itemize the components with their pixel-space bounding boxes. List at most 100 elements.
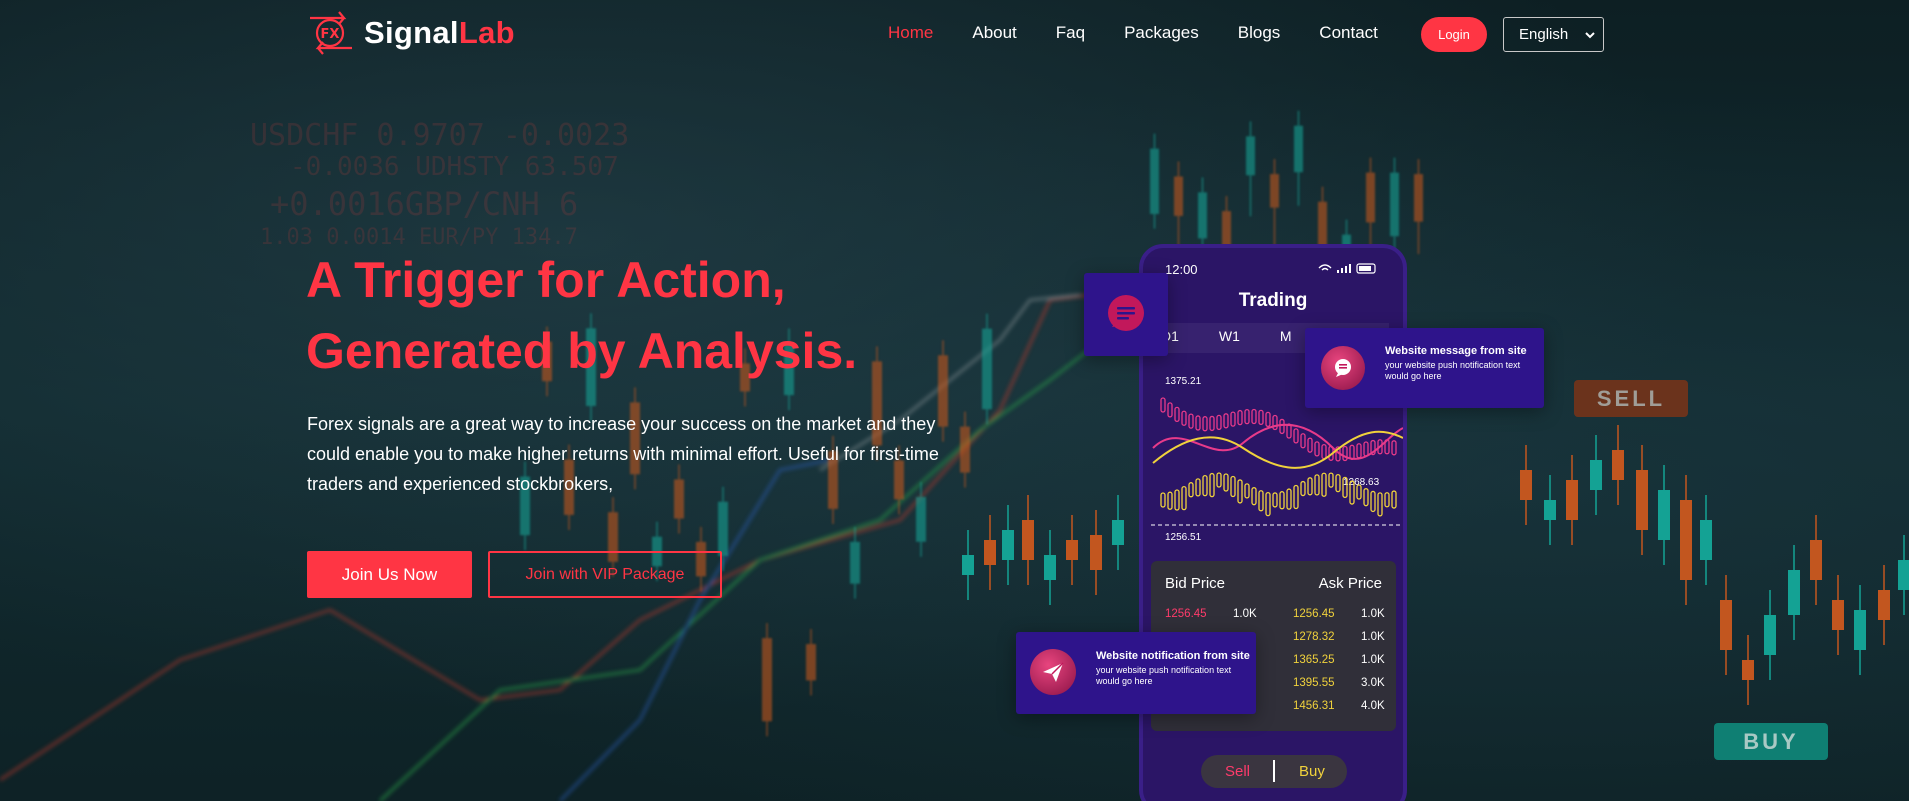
brand-name-white: Signal (364, 15, 459, 50)
phone-candle-pink (1216, 414, 1222, 431)
decorative-candle (1066, 515, 1078, 585)
site-header: FX SignalLab Home About Faq Packages Blo… (0, 0, 1909, 70)
ask-price-header: Ask Price (1318, 575, 1382, 592)
decorative-candle (1566, 455, 1578, 545)
phone-candle-pink (1342, 445, 1348, 462)
decorative-candle (984, 515, 996, 590)
phone-candle-pink (1363, 441, 1369, 457)
phone-candle-yellow (1244, 483, 1250, 499)
nav-home[interactable]: Home (888, 23, 933, 43)
site-logo[interactable]: FX SignalLab (306, 10, 515, 56)
decorative-candle (1590, 435, 1602, 515)
phone-candle-yellow (1356, 484, 1362, 500)
nav-faq[interactable]: Faq (1056, 23, 1085, 43)
phone-candle-yellow (1363, 488, 1369, 507)
phone-candle-pink (1209, 415, 1215, 432)
decorative-candle (1810, 515, 1822, 605)
ask-qty: 4.0K (1361, 700, 1385, 712)
phone-candle-yellow (1258, 490, 1264, 512)
decorative-candle (850, 526, 860, 599)
phone-candle-yellow (1160, 492, 1166, 508)
decorative-candle (1270, 159, 1279, 255)
sell-buy-divider (1273, 760, 1275, 782)
phone-candle-yellow (1293, 484, 1299, 510)
phone-candle-pink (1356, 443, 1362, 459)
message-notification: Website message from site your website p… (1305, 328, 1544, 408)
decorative-candle (1832, 575, 1844, 655)
push-notification-title: Website notification from site (1096, 650, 1250, 662)
nav-blogs[interactable]: Blogs (1238, 23, 1281, 43)
phone-candle-yellow (1195, 478, 1201, 497)
decorative-candle (1246, 121, 1255, 217)
decorative-candle (1112, 495, 1124, 570)
nav-packages[interactable]: Packages (1124, 23, 1199, 43)
join-vip-button[interactable]: Join with VIP Package (488, 551, 722, 598)
nav-contact[interactable]: Contact (1319, 23, 1378, 43)
phone-candle-yellow (1370, 490, 1376, 513)
decorative-candle (1294, 110, 1303, 206)
phone-candle-yellow (1202, 474, 1208, 497)
phone-sell-button[interactable]: Sell (1225, 763, 1250, 780)
phone-candle-yellow (1286, 488, 1292, 510)
phone-candle-yellow (1174, 489, 1180, 511)
decorative-candle (1788, 545, 1800, 640)
buy-tag-label: BUY (1743, 728, 1799, 754)
decorative-candle (1742, 635, 1754, 705)
message-notification-body: your website push notification text woul… (1385, 360, 1521, 381)
logo-mark-text: FX (321, 27, 340, 42)
language-select[interactable]: English (1503, 17, 1604, 52)
decorative-candle (1636, 445, 1648, 555)
decorative-candle (1764, 590, 1776, 680)
phone-candle-yellow (1230, 475, 1236, 498)
phone-candle-yellow (1335, 473, 1341, 493)
message-icon (1321, 346, 1365, 390)
main-nav: Home About Faq Packages Blogs Contact (888, 23, 1417, 43)
phone-candle-yellow (1223, 473, 1229, 492)
ask-qty: 1.0K (1361, 608, 1385, 620)
login-button[interactable]: Login (1421, 17, 1487, 52)
phone-candle-yellow (1237, 479, 1243, 504)
phone-candle-pink (1230, 411, 1236, 427)
sell-buy-toggle: Sell Buy (1201, 755, 1347, 788)
brand-name-red: Lab (458, 15, 515, 50)
phone-candle-pink (1391, 440, 1397, 456)
phone-candle-yellow (1251, 487, 1257, 506)
phone-candle-pink (1251, 408, 1257, 425)
phone-candle-pink (1195, 415, 1201, 431)
brand-name: SignalLab (364, 15, 515, 51)
phone-candle-yellow (1216, 472, 1222, 488)
ask-price: 1456.31 (1293, 700, 1335, 712)
nav-about[interactable]: About (972, 23, 1016, 43)
push-notification: Website notification from site your webs… (1016, 632, 1256, 714)
phone-candle-yellow (1314, 474, 1320, 496)
decorative-candle (1680, 475, 1692, 605)
decorative-candle (1658, 465, 1670, 565)
phone-candle-pink (1307, 437, 1313, 453)
decorative-candle (1520, 445, 1532, 525)
phone-candle-yellow (1279, 491, 1285, 510)
phone-candle-pink (1167, 402, 1173, 418)
decorative-candle (1002, 505, 1014, 585)
decorative-candle (1150, 133, 1159, 229)
phone-candle-yellow (1349, 480, 1355, 505)
chat-tile (1084, 273, 1168, 356)
join-us-button[interactable]: Join Us Now (307, 551, 472, 598)
hero-title-line2: Generated by Analysis. (306, 323, 858, 379)
decorative-candle (1898, 535, 1909, 615)
phone-candle-yellow (1300, 480, 1306, 497)
ask-qty: 1.0K (1361, 654, 1385, 666)
phone-buy-button[interactable]: Buy (1299, 763, 1325, 780)
decorative-candle (1044, 530, 1056, 605)
fx-logo-icon: FX (306, 10, 356, 56)
sell-tag: SELL (1574, 380, 1688, 417)
phone-candle-yellow (1384, 492, 1390, 508)
decorative-candle (1414, 159, 1423, 255)
phone-candle-pink (1279, 418, 1285, 435)
send-icon (1030, 649, 1076, 695)
decorative-candle (1878, 565, 1890, 645)
decorative-candle (1174, 161, 1183, 257)
order-book-row: 1256.45 1.0K 1256.45 1.0K (1151, 608, 1396, 626)
chevron-down-icon (1585, 26, 1595, 43)
phone-candle-pink (1349, 444, 1355, 460)
phone-candle-yellow (1321, 472, 1327, 497)
